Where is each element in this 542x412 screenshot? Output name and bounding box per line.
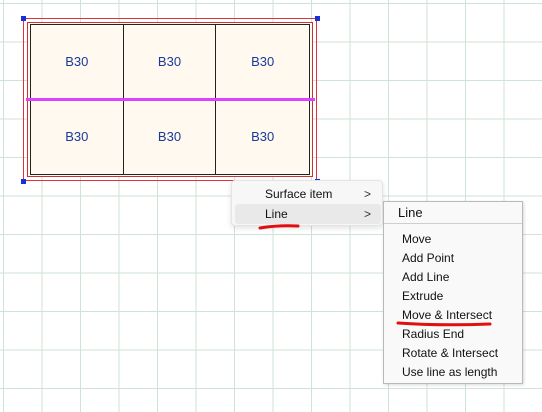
submenu-title: Line [384, 202, 522, 224]
submenu-item-add-point[interactable]: Add Point [402, 249, 454, 268]
drawing-canvas[interactable]: B30 B30 B30 B30 B30 B30 Surface item > L… [0, 0, 542, 412]
submenu-item-move[interactable]: Move [402, 230, 431, 249]
panel-cell[interactable]: B30 [31, 99, 124, 174]
submenu-item-rotate-intersect[interactable]: Rotate & Intersect [402, 344, 498, 363]
menu-item-line[interactable]: Line > [235, 204, 381, 224]
selected-line[interactable] [26, 98, 315, 101]
panel-cell[interactable]: B30 [124, 99, 217, 174]
panel-label: B30 [251, 54, 275, 70]
panel-label: B30 [65, 54, 89, 70]
submenu-item-use-line-as-length[interactable]: Use line as length [402, 363, 497, 382]
context-menu: Surface item > Line > [231, 180, 383, 226]
panel-label: B30 [157, 129, 182, 145]
panel-cell[interactable]: B30 [31, 25, 124, 100]
line-submenu: Line Move Add Point Add Line Extrude Mov… [383, 201, 523, 384]
annotation-underline [396, 321, 492, 327]
grip-handle[interactable] [21, 179, 26, 184]
chevron-right-icon: > [363, 187, 371, 201]
panel-label: B30 [65, 129, 89, 145]
panel-cell[interactable]: B30 [216, 100, 309, 175]
grip-handle[interactable] [21, 16, 26, 21]
chevron-right-icon: > [363, 207, 371, 221]
panel-label: B30 [157, 54, 182, 70]
submenu-item-extrude[interactable]: Extrude [402, 287, 443, 306]
annotation-underline [258, 224, 300, 230]
panel-cell[interactable]: B30 [216, 25, 309, 100]
submenu-item-add-line[interactable]: Add Line [402, 268, 449, 287]
menu-item-label: Line [265, 207, 288, 221]
grip-handle[interactable] [315, 16, 320, 21]
panel-label: B30 [251, 129, 275, 145]
panel-cell[interactable]: B30 [123, 25, 217, 100]
menu-item-label: Surface item [265, 187, 333, 201]
menu-item-surface-item[interactable]: Surface item > [235, 184, 381, 204]
